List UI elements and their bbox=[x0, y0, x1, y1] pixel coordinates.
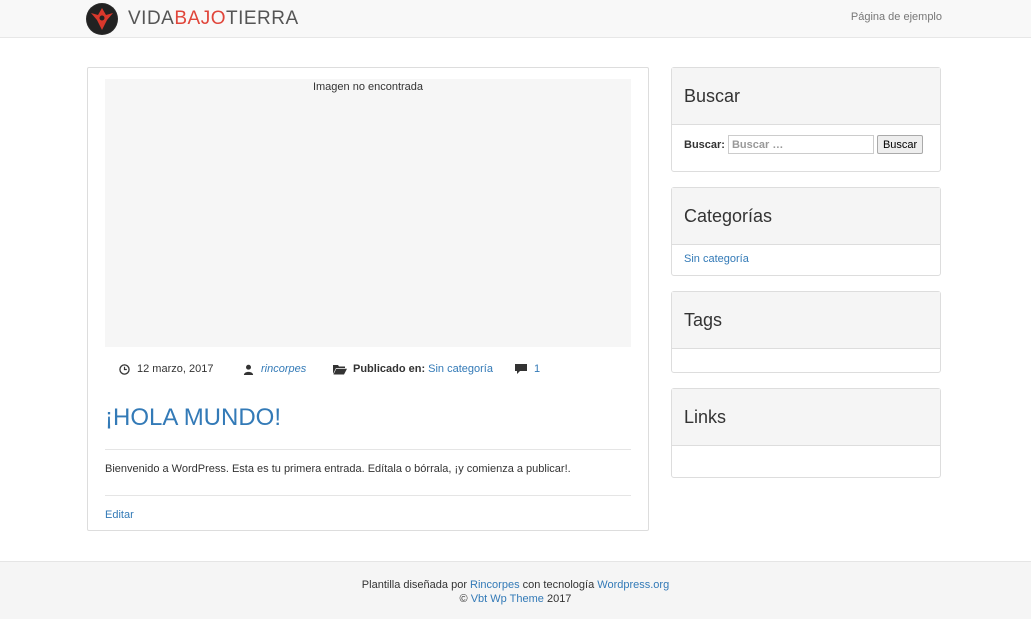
post-title-link[interactable]: ¡HOLA MUNDO! bbox=[105, 404, 281, 432]
folder-open-icon bbox=[333, 362, 347, 376]
edit-link[interactable]: Editar bbox=[105, 509, 134, 521]
divider bbox=[105, 495, 631, 496]
site-title: VIDABAJOTIERRA bbox=[128, 8, 299, 29]
post-image-placeholder: Imagen no encontrada bbox=[105, 79, 631, 347]
user-icon bbox=[241, 362, 255, 376]
author-link[interactable]: rincorpes bbox=[261, 363, 306, 375]
tags-widget-title: Tags bbox=[672, 292, 940, 349]
post-author: rincorpes bbox=[241, 362, 306, 376]
comments-link[interactable]: 1 bbox=[534, 363, 540, 375]
divider bbox=[105, 449, 631, 450]
categories-widget: Categorías Sin categoría bbox=[671, 187, 941, 276]
links-widget-title: Links bbox=[672, 389, 940, 446]
footer-credits: Plantilla diseñada por Rincorpes con tec… bbox=[361, 579, 670, 591]
site-footer: Plantilla diseñada por Rincorpes con tec… bbox=[0, 561, 1031, 619]
theme-link[interactable]: Vbt Wp Theme bbox=[471, 593, 544, 605]
post-meta: 12 marzo, 2017 rincorpes Publicado en: S… bbox=[88, 362, 648, 378]
platform-link[interactable]: Wordpress.org bbox=[597, 579, 669, 591]
search-widget-title: Buscar bbox=[672, 68, 940, 125]
categories-widget-title: Categorías bbox=[672, 188, 940, 245]
footer-copyright: © Vbt Wp Theme 2017 bbox=[459, 593, 572, 605]
nav-link-sample-page[interactable]: Página de ejemplo bbox=[851, 11, 942, 23]
post-category: Publicado en: Sin categoría bbox=[333, 362, 493, 376]
search-widget: Buscar Buscar: Buscar bbox=[671, 67, 941, 172]
site-logo-link[interactable]: VIDABAJOTIERRA bbox=[86, 3, 299, 35]
category-link[interactable]: Sin categoría bbox=[428, 363, 493, 375]
search-label: Buscar: bbox=[684, 138, 725, 151]
tags-widget: Tags bbox=[671, 291, 941, 373]
search-form: Buscar: Buscar bbox=[684, 135, 928, 154]
comment-icon bbox=[514, 362, 528, 376]
image-not-found-text: Imagen no encontrada bbox=[312, 81, 424, 93]
search-input[interactable] bbox=[727, 135, 874, 154]
post-comments: 1 bbox=[514, 362, 540, 376]
logo-icon bbox=[86, 3, 118, 35]
links-widget: Links bbox=[671, 388, 941, 478]
post-card: Imagen no encontrada 12 marzo, 2017 rinc… bbox=[87, 67, 649, 531]
designer-link[interactable]: Rincorpes bbox=[470, 579, 520, 591]
category-item-link[interactable]: Sin categoría bbox=[684, 253, 749, 265]
post-date: 12 marzo, 2017 bbox=[117, 362, 213, 376]
search-button[interactable]: Buscar bbox=[876, 135, 924, 154]
top-navbar: VIDABAJOTIERRA Página de ejemplo bbox=[0, 0, 1031, 38]
post-excerpt: Bienvenido a WordPress. Esta es tu prime… bbox=[105, 463, 571, 475]
clock-icon bbox=[117, 362, 131, 376]
